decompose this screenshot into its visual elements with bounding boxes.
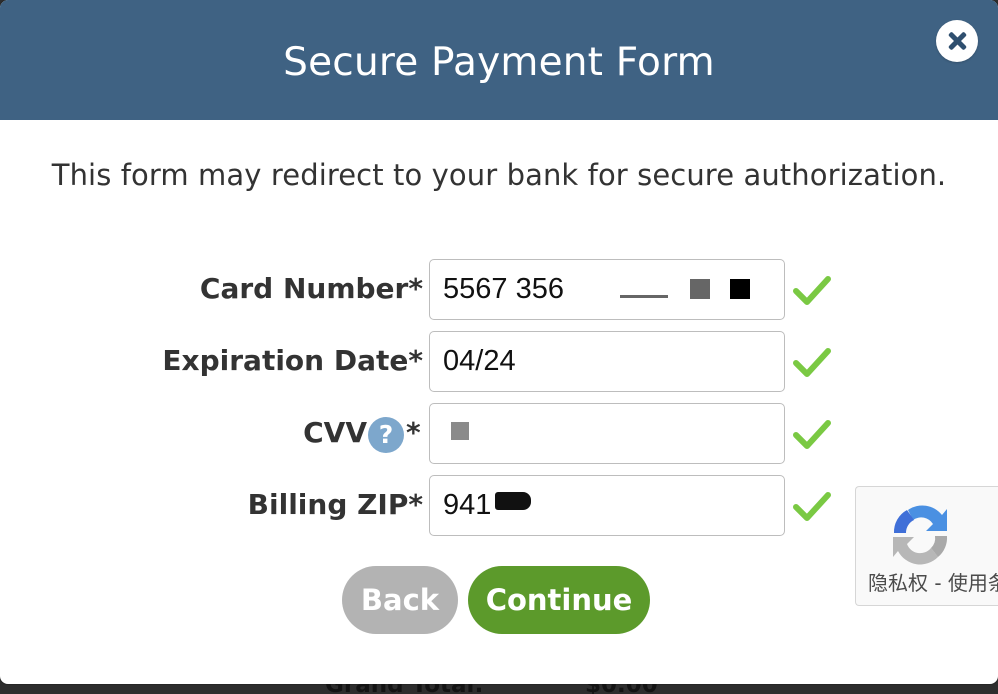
recaptcha-badge[interactable]: 隐私权 - 使用条款 — [855, 486, 998, 606]
card-number-redacted-square — [690, 279, 710, 299]
check-icon — [793, 276, 831, 305]
close-button[interactable] — [936, 20, 978, 62]
recaptcha-terms-text[interactable]: 隐私权 - 使用条款 — [868, 573, 998, 593]
bank-redirect-notice: This form may redirect to your bank for … — [51, 158, 947, 192]
billing-zip-label: Billing ZIP* — [247, 488, 423, 521]
continue-button[interactable]: Continue — [468, 566, 650, 634]
expiration-date-input[interactable] — [429, 331, 785, 392]
billing-zip-row: Billing ZIP* — [0, 475, 998, 539]
modal-header: Secure Payment Form — [0, 0, 998, 120]
card-number-label: Card Number* — [199, 272, 423, 305]
grand-total-value: $0.00 — [585, 684, 658, 694]
cvv-row: CVV ? * — [0, 403, 998, 467]
cvv-input[interactable] — [429, 403, 785, 464]
back-button[interactable]: Back — [342, 566, 458, 634]
card-number-redacted-square — [730, 279, 750, 299]
grand-total-label: Grand Total: — [325, 684, 484, 694]
check-icon — [793, 492, 831, 521]
recaptcha-icon — [893, 505, 948, 565]
question-icon[interactable]: ? — [368, 417, 404, 453]
secure-payment-modal: Secure Payment Form This form may redire… — [0, 0, 998, 684]
expiration-date-row: Expiration Date* — [0, 331, 998, 395]
card-number-row: Card Number* — [0, 259, 998, 323]
required-mark: * — [406, 416, 421, 449]
modal-title: Secure Payment Form — [283, 40, 715, 85]
cvv-redacted-square — [451, 422, 469, 440]
check-icon — [793, 420, 831, 449]
check-icon — [793, 348, 831, 377]
billing-zip-input[interactable] — [429, 475, 785, 536]
expiration-date-label: Expiration Date* — [162, 344, 423, 377]
billing-zip-redaction — [495, 492, 531, 510]
card-number-redacted-segment — [620, 295, 668, 298]
cvv-label: CVV — [303, 416, 367, 449]
payment-modal-screen: Secure Payment Form This form may redire… — [0, 0, 998, 694]
close-icon — [947, 31, 967, 51]
card-number-redaction-mask — [582, 279, 682, 307]
background-grand-total: Grand Total: $0.00 — [325, 684, 685, 694]
